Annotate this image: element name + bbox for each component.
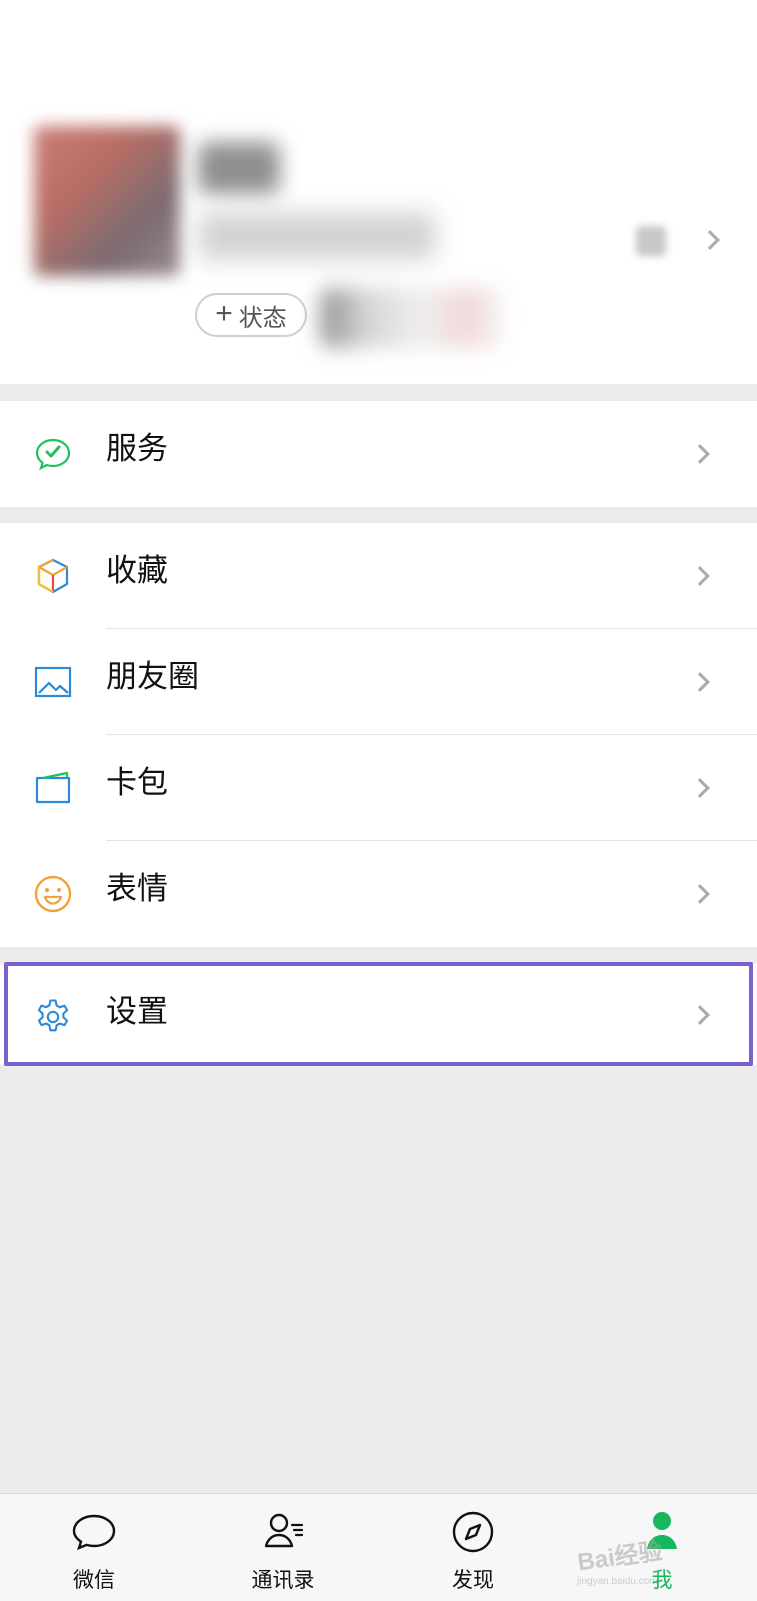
tab-label-contacts: 通讯录 [251,1569,315,1592]
card-icon [35,771,71,804]
menu-label-moments: 朋友圈 [106,659,199,694]
blurred-name [198,142,280,194]
chevron-right-icon [690,672,710,692]
menu-item-service[interactable]: 服务 [0,401,757,507]
selection-outline [4,962,753,1066]
menu-item-moments[interactable]: 朋友圈 [0,629,757,735]
plus-icon: + [215,297,233,330]
smile-icon [34,875,72,913]
image-icon [34,666,72,698]
wechat-pay-icon [35,438,71,471]
user-icon [647,1512,677,1549]
chevron-right-icon [690,566,710,586]
cube-icon [37,558,69,594]
avatar[interactable] [34,126,180,276]
chevron-right-icon[interactable] [700,230,720,250]
chevron-right-icon [690,778,710,798]
menu-item-stickers[interactable]: 表情 [0,841,757,947]
tab-label-wechat: 微信 [73,1569,115,1592]
tab-discover[interactable]: 发现 [413,1494,533,1601]
chevron-right-icon [690,884,710,904]
tab-label-discover: 发现 [452,1569,494,1592]
chevron-right-icon [690,444,710,464]
blurred-id [198,212,436,260]
status-label: 状态 [238,304,287,332]
menu-label-favorites: 收藏 [106,553,168,588]
menu-label-card-pack: 卡包 [106,765,168,800]
menu-label-service: 服务 [106,431,168,466]
contacts-icon [264,1513,304,1548]
profile-section: + 状态 [0,0,757,384]
tab-wechat[interactable]: 微信 [34,1494,154,1601]
tab-contacts[interactable]: 通讯录 [223,1494,343,1601]
menu-item-favorites[interactable]: 收藏 [0,523,757,629]
menu-label-stickers: 表情 [106,871,168,906]
blurred-status [320,288,504,348]
watermark-url: jingyan.baidu.com [577,1576,658,1587]
compass-icon [452,1511,494,1553]
qr-code-icon[interactable] [636,226,666,256]
menu-item-card-pack[interactable]: 卡包 [0,735,757,841]
status-button[interactable]: + 状态 [195,293,307,337]
chat-bubble-icon [72,1514,116,1551]
